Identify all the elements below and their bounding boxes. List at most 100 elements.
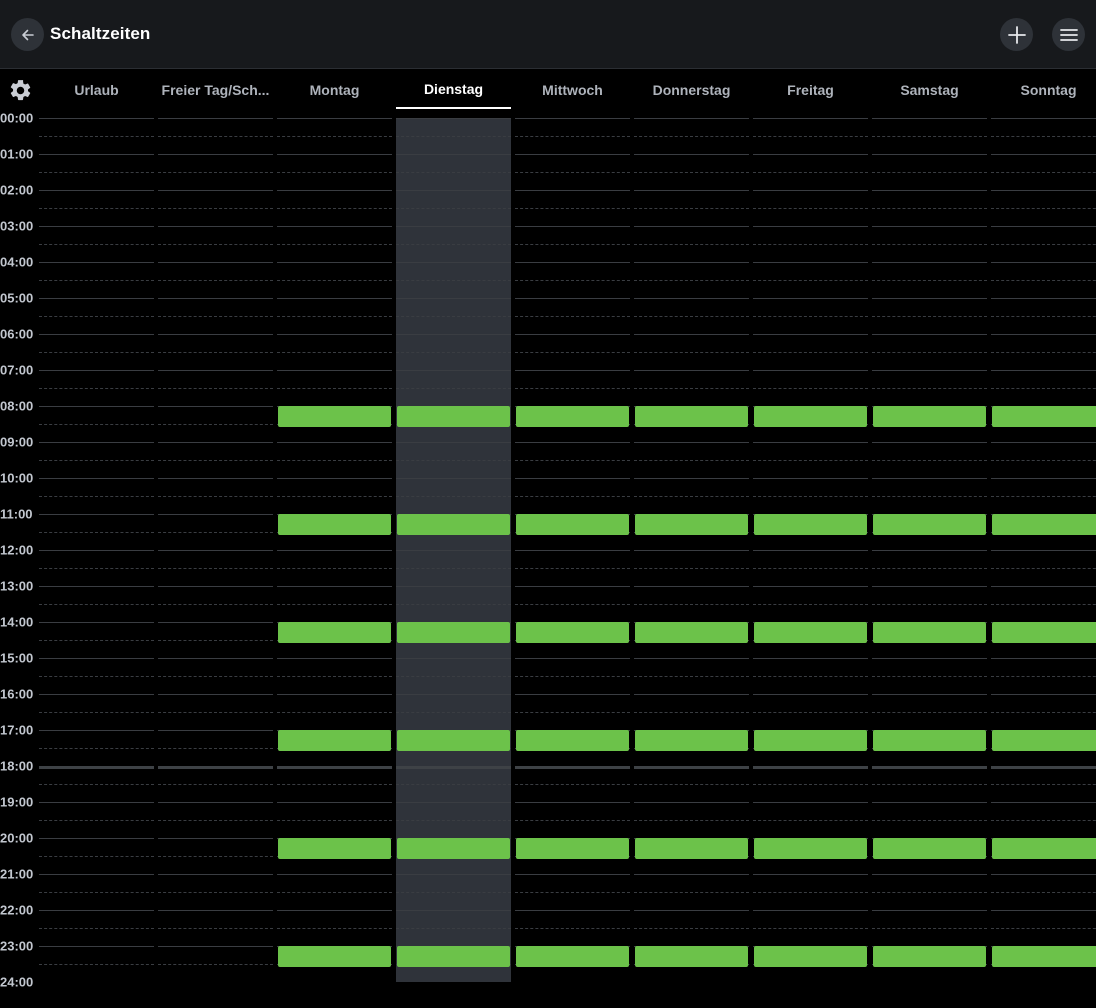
schedule-block-montag[interactable] bbox=[278, 838, 391, 859]
schedule-block-samstag[interactable] bbox=[873, 730, 986, 751]
half-hour-gridline bbox=[39, 568, 154, 569]
schedule-block-montag[interactable] bbox=[278, 514, 391, 535]
schedule-block-dienstag[interactable] bbox=[397, 622, 510, 643]
half-hour-gridline bbox=[39, 784, 154, 785]
hour-gridline bbox=[39, 838, 154, 839]
tab-dienstag[interactable]: Dienstag bbox=[396, 70, 511, 109]
schedule-block-montag[interactable] bbox=[278, 730, 391, 751]
schedule-block-freitag[interactable] bbox=[754, 730, 867, 751]
schedule-block-mittwoch[interactable] bbox=[516, 730, 629, 751]
hour-label: 12:00 bbox=[0, 542, 34, 558]
schedule-block-freitag[interactable] bbox=[754, 514, 867, 535]
hour-gridline bbox=[277, 658, 392, 659]
schedule-block-mittwoch[interactable] bbox=[516, 838, 629, 859]
hour-gridline bbox=[634, 478, 749, 479]
hour-gridline bbox=[39, 118, 154, 119]
schedule-block-dienstag[interactable] bbox=[397, 514, 510, 535]
schedule-block-samstag[interactable] bbox=[873, 514, 986, 535]
schedule-block-dienstag[interactable] bbox=[397, 406, 510, 427]
hour-gridline bbox=[39, 154, 154, 155]
half-hour-gridline bbox=[158, 136, 273, 137]
half-hour-gridline bbox=[396, 928, 511, 929]
hour-gridline bbox=[39, 478, 154, 479]
hour-gridline bbox=[277, 190, 392, 191]
hour-gridline bbox=[158, 406, 273, 407]
half-hour-gridline bbox=[634, 208, 749, 209]
hour-gridline bbox=[634, 190, 749, 191]
hour-gridline bbox=[396, 118, 511, 119]
tab-sonntag[interactable]: Sonntag bbox=[991, 70, 1096, 109]
schedule-block-freitag[interactable] bbox=[754, 946, 867, 967]
schedule-block-dienstag[interactable] bbox=[397, 838, 510, 859]
current-time-line bbox=[158, 766, 273, 769]
hour-gridline bbox=[39, 730, 154, 731]
half-hour-gridline bbox=[39, 856, 154, 857]
tab-donnerstag[interactable]: Donnerstag bbox=[634, 70, 749, 109]
hour-gridline bbox=[991, 478, 1096, 479]
half-hour-gridline bbox=[158, 424, 273, 425]
schedule-block-samstag[interactable] bbox=[873, 406, 986, 427]
schedule-block-freitag[interactable] bbox=[754, 838, 867, 859]
schedule-block-montag[interactable] bbox=[278, 946, 391, 967]
hour-gridline bbox=[872, 370, 987, 371]
hour-gridline bbox=[515, 298, 630, 299]
menu-button[interactable] bbox=[1052, 18, 1085, 51]
schedule-block-mittwoch[interactable] bbox=[516, 514, 629, 535]
hour-label: 06:00 bbox=[0, 326, 34, 342]
schedule-block-dienstag[interactable] bbox=[397, 946, 510, 967]
schedule-block-mittwoch[interactable] bbox=[516, 622, 629, 643]
schedule-block-sonntag[interactable] bbox=[992, 838, 1096, 859]
schedule-block-montag[interactable] bbox=[278, 406, 391, 427]
schedule-block-montag[interactable] bbox=[278, 622, 391, 643]
half-hour-gridline bbox=[515, 784, 630, 785]
schedule-block-sonntag[interactable] bbox=[992, 730, 1096, 751]
schedule-block-donnerstag[interactable] bbox=[635, 946, 748, 967]
tab-urlaub[interactable]: Urlaub bbox=[39, 70, 154, 109]
half-hour-gridline bbox=[634, 316, 749, 317]
schedule-block-samstag[interactable] bbox=[873, 838, 986, 859]
tab-samstag[interactable]: Samstag bbox=[872, 70, 987, 109]
schedule-block-samstag[interactable] bbox=[873, 622, 986, 643]
schedule-block-mittwoch[interactable] bbox=[516, 946, 629, 967]
schedule-block-freitag[interactable] bbox=[754, 406, 867, 427]
half-hour-gridline bbox=[39, 460, 154, 461]
tab-mittwoch[interactable]: Mittwoch bbox=[515, 70, 630, 109]
schedule-block-donnerstag[interactable] bbox=[635, 730, 748, 751]
schedule-block-donnerstag[interactable] bbox=[635, 514, 748, 535]
schedule-block-freitag[interactable] bbox=[754, 622, 867, 643]
tab-montag[interactable]: Montag bbox=[277, 70, 392, 109]
half-hour-gridline bbox=[396, 136, 511, 137]
schedule-block-mittwoch[interactable] bbox=[516, 406, 629, 427]
half-hour-gridline bbox=[39, 640, 154, 641]
half-hour-gridline bbox=[515, 136, 630, 137]
hour-gridline bbox=[158, 622, 273, 623]
schedule-block-dienstag[interactable] bbox=[397, 730, 510, 751]
tab-freitag[interactable]: Freitag bbox=[753, 70, 868, 109]
half-hour-gridline bbox=[991, 820, 1096, 821]
schedule-block-donnerstag[interactable] bbox=[635, 838, 748, 859]
half-hour-gridline bbox=[39, 532, 154, 533]
schedule-block-sonntag[interactable] bbox=[992, 622, 1096, 643]
current-time-line bbox=[753, 766, 868, 769]
hour-gridline bbox=[396, 334, 511, 335]
back-button[interactable] bbox=[11, 18, 44, 51]
hour-gridline bbox=[991, 586, 1096, 587]
hour-gridline bbox=[277, 154, 392, 155]
schedule-block-samstag[interactable] bbox=[873, 946, 986, 967]
hour-gridline bbox=[753, 190, 868, 191]
hour-gridline bbox=[158, 262, 273, 263]
schedule-block-donnerstag[interactable] bbox=[635, 622, 748, 643]
settings-button[interactable] bbox=[8, 78, 33, 103]
half-hour-gridline bbox=[396, 172, 511, 173]
hamburger-menu-icon bbox=[1059, 28, 1078, 41]
tab-freier-tag-sch[interactable]: Freier Tag/Sch... bbox=[158, 70, 273, 109]
add-button[interactable] bbox=[1000, 18, 1033, 51]
schedule-block-sonntag[interactable] bbox=[992, 946, 1096, 967]
hour-gridline bbox=[634, 118, 749, 119]
half-hour-gridline bbox=[396, 784, 511, 785]
schedule-block-sonntag[interactable] bbox=[992, 514, 1096, 535]
schedule-block-sonntag[interactable] bbox=[992, 406, 1096, 427]
hour-gridline bbox=[753, 478, 868, 479]
half-hour-gridline bbox=[753, 604, 868, 605]
schedule-block-donnerstag[interactable] bbox=[635, 406, 748, 427]
